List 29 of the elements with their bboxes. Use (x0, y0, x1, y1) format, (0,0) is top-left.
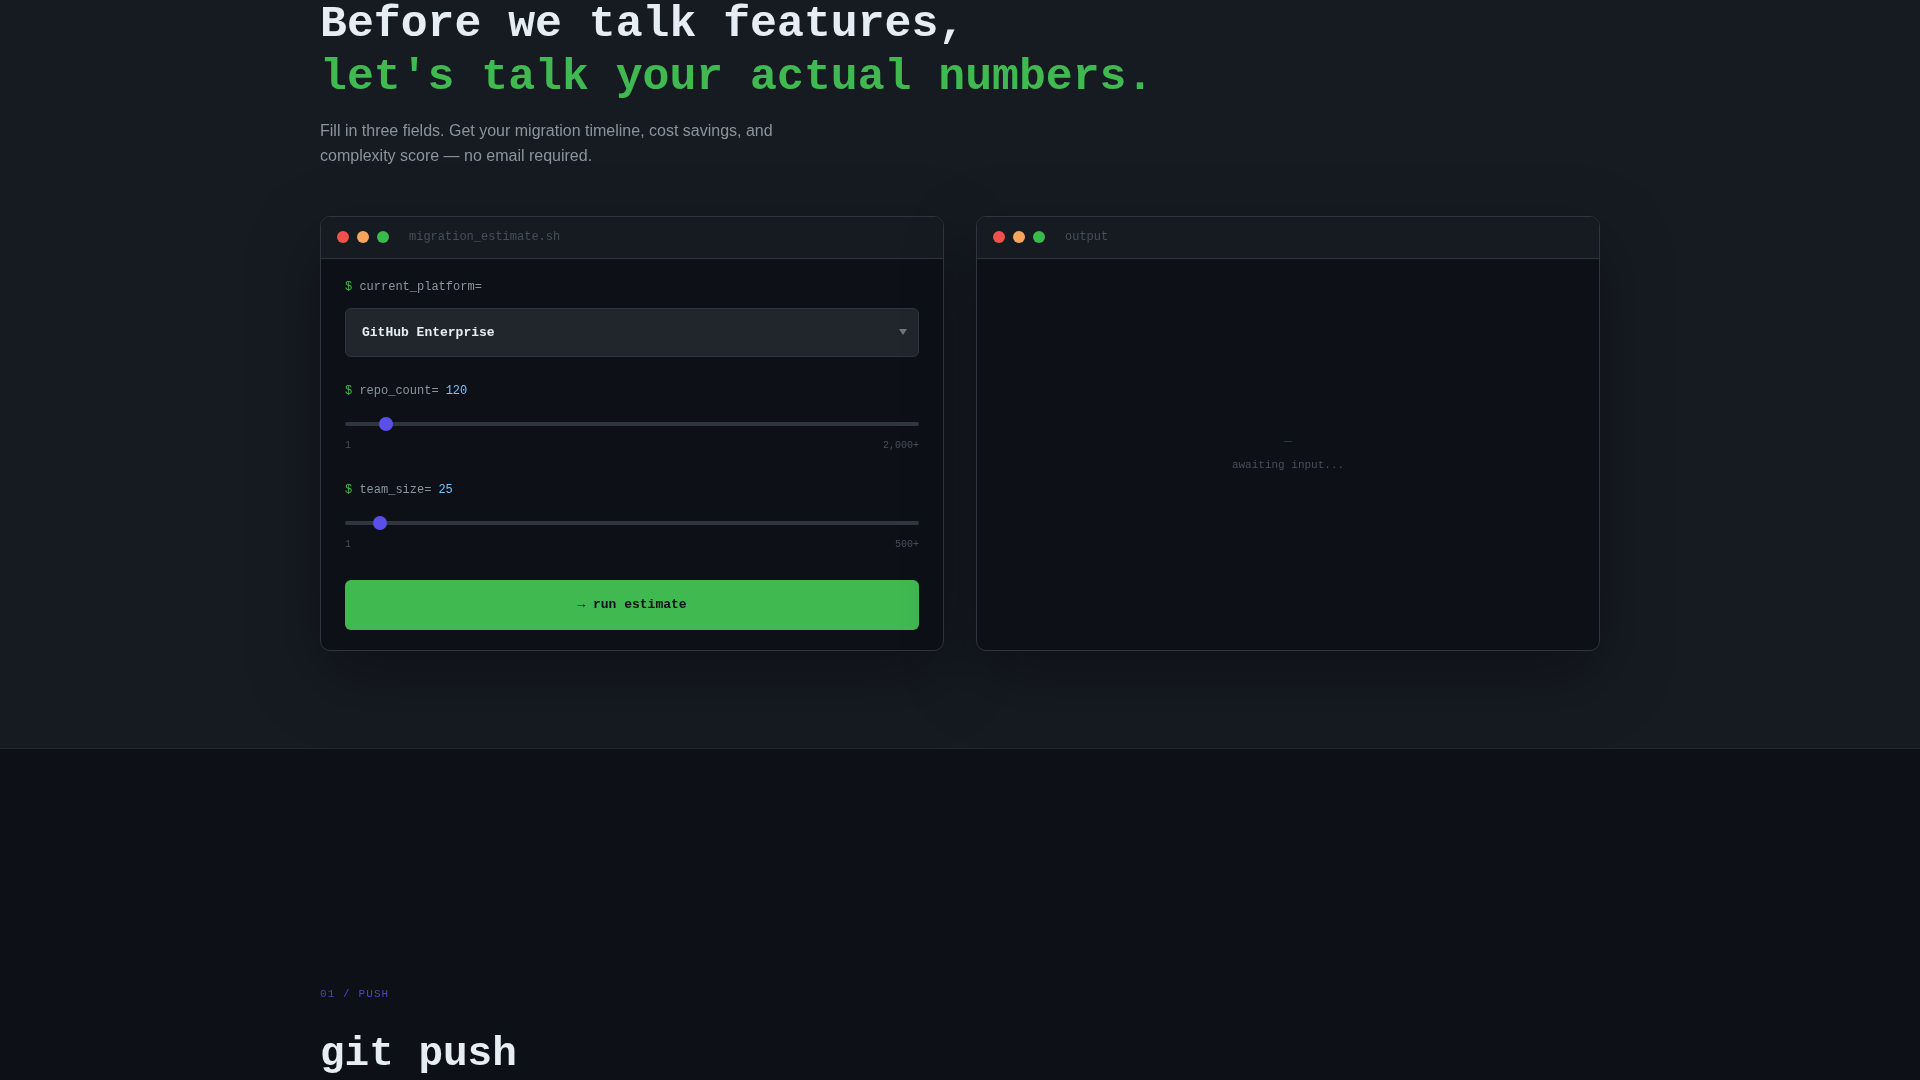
slider-track[interactable] (345, 515, 919, 530)
field-value: 120 (445, 382, 468, 399)
window-dot-icon (377, 231, 389, 244)
field-label: $ team_size= (345, 481, 432, 498)
field-value: 25 (438, 481, 453, 498)
platform-select[interactable]: GitHub Enterprise (345, 307, 919, 357)
heading-line: Before we talk features, (320, 0, 966, 51)
status-text: awaiting input... (1231, 458, 1345, 473)
scale-max-label: 2,000+ (883, 439, 919, 452)
caret-icon (899, 329, 907, 336)
window-dot-icon (1033, 231, 1045, 244)
window-dot-icon (357, 231, 369, 244)
heading-accent-line: let's talk your actual numbers. (320, 50, 1154, 104)
field-label: $ current_platform= (345, 278, 482, 295)
field-label: $ repo_count= (345, 382, 439, 399)
scale-min-label: 1 (345, 538, 351, 551)
slider-thumb[interactable] (378, 416, 393, 431)
text-cursor: _ (1284, 430, 1292, 445)
subtitle: Fill in three fields. Get your migration timeline, cost savings, and complexity score — no email required. (320, 121, 774, 167)
window-dot-icon (993, 231, 1005, 244)
window-dot-icon (1013, 231, 1025, 244)
slider-track[interactable] (345, 416, 919, 431)
section-eyebrow: 01 / PUSH (320, 987, 390, 1002)
slider-thumb[interactable] (373, 515, 387, 530)
window-dot-icon (337, 231, 349, 244)
section-title: git push (320, 1030, 517, 1079)
scale-max-label: 500+ (895, 538, 919, 551)
scale-min-label: 1 (345, 439, 351, 452)
run-estimate-button[interactable]: → run estimate (345, 579, 919, 630)
